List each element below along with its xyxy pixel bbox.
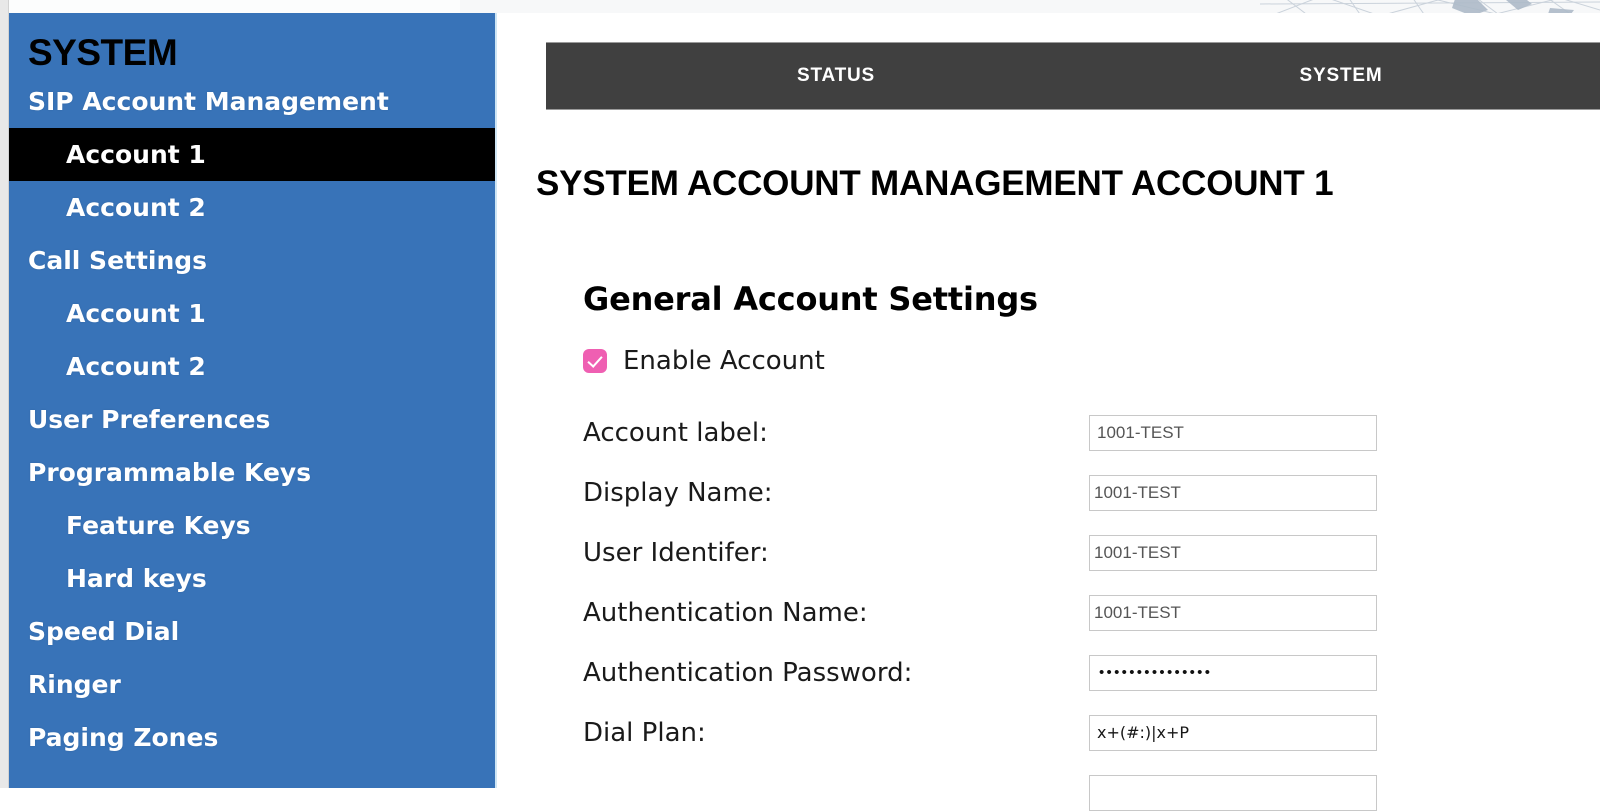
- sidebar-item-feature-keys[interactable]: Feature Keys: [9, 499, 495, 552]
- field-label: Display Name:: [583, 478, 773, 508]
- sidebar-item-account-2[interactable]: Account 2: [9, 340, 495, 393]
- left-gutter-strip: [0, 0, 9, 788]
- sidebar-item-call-settings[interactable]: Call Settings: [9, 234, 495, 287]
- sidebar-item-paging-zones[interactable]: Paging Zones: [9, 711, 495, 764]
- top-band-left-fill: [0, 0, 460, 13]
- field-row: Authentication Name: 1001-TEST: [499, 595, 1600, 631]
- field-input[interactable]: 1001-TEST: [1089, 415, 1377, 451]
- network-graphic: [1260, 0, 1600, 13]
- enable-account-row[interactable]: Enable Account: [583, 346, 825, 376]
- sidebar-item-hard-keys[interactable]: Hard keys: [9, 552, 495, 605]
- field-label: User Identifer:: [583, 538, 769, 568]
- sidebar-item-account-2[interactable]: Account 2: [9, 181, 495, 234]
- field-row: Display Name: 1001-TEST: [499, 475, 1600, 511]
- sidebar-item-account-1[interactable]: Account 1: [9, 287, 495, 340]
- enable-account-label: Enable Account: [623, 346, 825, 376]
- sidebar: SYSTEM SIP Account Management Account 1 Ac…: [9, 13, 497, 788]
- sidebar-item-ringer[interactable]: Ringer: [9, 658, 495, 711]
- field-input[interactable]: 1001-TEST: [1089, 535, 1377, 571]
- enable-account-checkbox[interactable]: [583, 349, 607, 373]
- top-decorative-band: [0, 0, 1600, 13]
- field-row: Dial Plan: x+(#:)|x+P: [499, 715, 1600, 751]
- field-input[interactable]: x+(#:)|x+P: [1089, 715, 1377, 751]
- sidebar-item-speed-dial[interactable]: Speed Dial: [9, 605, 495, 658]
- field-row: Account label: 1001-TEST: [499, 415, 1600, 451]
- field-label: Authentication Name:: [583, 598, 868, 628]
- main-content: STATUS SYSTEM SYSTEM ACCOUNT MANAGEMENT …: [499, 13, 1600, 811]
- sidebar-item-user-preferences[interactable]: User Preferences: [9, 393, 495, 446]
- general-account-settings-form: Enable Account Account label: 1001-TEST Di…: [499, 13, 1600, 811]
- field-input[interactable]: •••••••••••••••: [1089, 655, 1377, 691]
- field-row: User Identifer: 1001-TEST: [499, 535, 1600, 571]
- field-input[interactable]: [1089, 775, 1377, 811]
- sidebar-item-account-1[interactable]: Account 1: [9, 128, 495, 181]
- field-label: Account label:: [583, 418, 768, 448]
- field-label: Authentication Password:: [583, 658, 913, 688]
- field-input[interactable]: 1001-TEST: [1089, 595, 1377, 631]
- sidebar-nav-list: SIP Account Management Account 1 Account 2…: [9, 75, 495, 764]
- field-row: Authentication Password: •••••••••••••••: [499, 655, 1600, 691]
- field-input[interactable]: 1001-TEST: [1089, 475, 1377, 511]
- sidebar-item-programmable-keys[interactable]: Programmable Keys: [9, 446, 495, 499]
- field-row: [499, 775, 1600, 811]
- sidebar-item-sip-account-management[interactable]: SIP Account Management: [9, 75, 495, 128]
- field-label: Dial Plan:: [583, 718, 706, 748]
- sidebar-title: SYSTEM: [28, 32, 178, 73]
